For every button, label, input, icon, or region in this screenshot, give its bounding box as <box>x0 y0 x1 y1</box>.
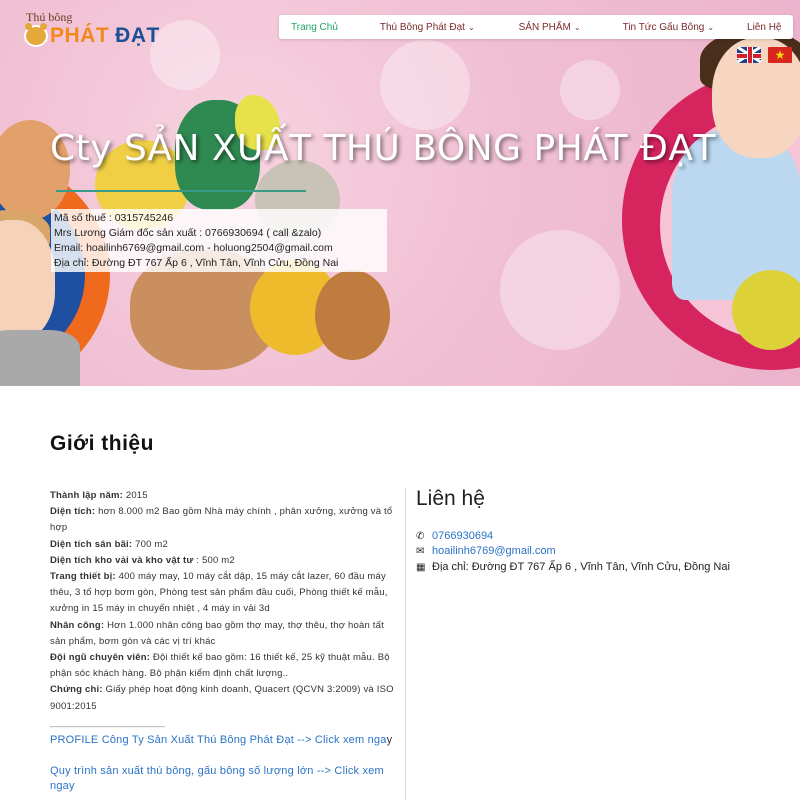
phone-icon: ✆ <box>416 530 425 542</box>
intro-item: Trang thiết bị: 400 máy may, 10 máy cắt … <box>50 571 388 615</box>
uk-flag-icon[interactable] <box>737 47 761 63</box>
intro-item: Chứng chỉ: Giấy phép hoạt động kinh doan… <box>50 684 394 712</box>
production-process-link[interactable]: Quy trình sản xuất thú bông, gấu bông số… <box>50 764 395 794</box>
intro-item: Đội ngũ chuyên viên: Đội thiết kế bao gồ… <box>50 652 390 680</box>
company-intro-text: Thành lập năm: 2015 Diện tích: hơn 8.000… <box>50 488 395 794</box>
chevron-down-icon: ⌄ <box>467 22 475 32</box>
nav-item-label: SẢN PHẨM <box>518 21 571 33</box>
hero-banner: Cty SẢN XUẤT THÚ BÔNG PHÁT ĐẠT Mã số thu… <box>0 0 800 386</box>
intro-item: Nhân công: Hơn 1.000 nhân công bao gồm t… <box>50 619 384 647</box>
bear-logo-icon <box>24 23 48 47</box>
nav-item-contact[interactable]: Liên Hệ <box>747 22 781 33</box>
main-navigation: Trang Chủ Thú Bông Phát Đạt ⌄ SẢN PHẨM ⌄… <box>279 15 793 39</box>
contact-heading: Liên hệ <box>416 487 485 510</box>
intro-item: Thành lập năm: 2015 <box>50 490 148 501</box>
nav-item-label: Trang Chủ <box>291 21 338 33</box>
nav-item-label: Tin Tức Gấu Bông <box>622 21 705 33</box>
vn-flag-icon[interactable]: ★ <box>768 47 792 63</box>
email-link[interactable]: hoailinh6769@gmail.com <box>432 545 556 557</box>
intro-item: Diện tích: hơn 8.000 m2 Bao gồm Nhà máy … <box>50 506 393 534</box>
text-divider: _____________________ <box>50 716 166 728</box>
nav-item-news[interactable]: Tin Tức Gấu Bông ⌄ <box>623 22 714 33</box>
company-info-box: Mã số thuế : 0315745246 Mrs Lương Giám đ… <box>51 209 387 272</box>
column-divider <box>405 488 406 800</box>
address-text: Địa chỉ: Đường ĐT 767 Ấp 6 , Vĩnh Tân, V… <box>54 257 339 269</box>
hero-title: Cty SẢN XUẤT THÚ BÔNG PHÁT ĐẠT <box>50 128 717 169</box>
intro-item: Diện tích sân bãi: 700 m2 <box>50 538 168 550</box>
site-logo[interactable]: Thú bông PHÁT ĐẠT <box>24 10 160 48</box>
nav-item-about[interactable]: Thú Bông Phát Đạt ⌄ <box>380 22 475 33</box>
contact-email-row: ✉ hoailinh6769@gmail.com <box>416 545 556 557</box>
hero-underline <box>56 190 306 192</box>
intro-heading: Giới thiệu <box>50 432 154 455</box>
contact-address-row: ▦ Địa chỉ: Đường ĐT 767 Ấp 6 , Vĩnh Tân,… <box>416 561 730 573</box>
chevron-down-icon: ⌄ <box>573 22 581 32</box>
logo-subtitle: Thú bông <box>26 10 73 24</box>
envelope-icon: ✉ <box>416 545 425 557</box>
logo-brand-part1: PHÁT <box>50 24 110 47</box>
plush-toy-image <box>315 270 390 360</box>
plush-toy-image <box>732 270 800 350</box>
logo-brand-part2: ĐẠT <box>115 24 160 47</box>
bokeh-decoration <box>150 20 220 90</box>
intro-item: Diện tích kho vải và kho vật tư : 500 m2 <box>50 554 235 566</box>
nav-item-label: Liên Hệ <box>747 21 782 33</box>
child-photo <box>0 330 80 386</box>
address-text: Địa chỉ: Đường ĐT 767 Ấp 6 , Vĩnh Tân, V… <box>432 561 730 573</box>
nav-item-products[interactable]: SẢN PHẨM ⌄ <box>519 22 581 33</box>
director-phone-text: Mrs Lương Giám đốc sản xuất : 0766930694… <box>54 227 322 239</box>
nav-item-label: Thú Bông Phát Đạt <box>379 21 465 33</box>
bokeh-decoration <box>560 60 620 120</box>
phone-link[interactable]: 0766930694 <box>432 530 493 542</box>
profile-link[interactable]: PROFILE Công Ty Sản Xuất Thú Bông Phát Đ… <box>50 733 395 748</box>
bokeh-decoration <box>380 40 470 130</box>
bokeh-decoration <box>500 230 620 350</box>
nav-item-home[interactable]: Trang Chủ <box>291 22 338 33</box>
chevron-down-icon: ⌄ <box>707 22 715 32</box>
tax-code-text: Mã số thuế : 0315745246 <box>54 212 174 224</box>
map-icon: ▦ <box>416 561 426 573</box>
contact-phone-row: ✆ 0766930694 <box>416 530 493 542</box>
email-text: Email: hoailinh6769@gmail.com - holuong2… <box>54 242 333 254</box>
